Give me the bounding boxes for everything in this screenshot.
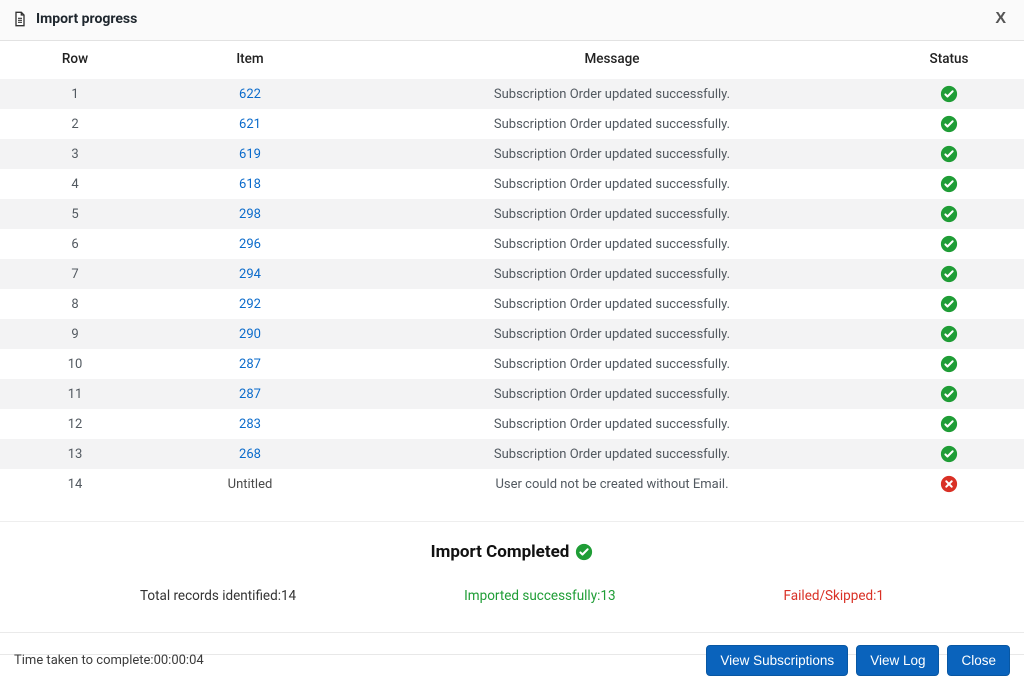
item-link[interactable]: 292 bbox=[239, 297, 261, 312]
summary-success-label: Imported successfully: bbox=[464, 588, 600, 604]
row-message: Subscription Order updated successfully. bbox=[350, 319, 874, 349]
status-error-icon bbox=[882, 475, 1016, 493]
row-message: Subscription Order updated successfully. bbox=[350, 439, 874, 469]
row-number: 5 bbox=[0, 199, 150, 229]
time-taken: Time taken to complete:00:00:04 bbox=[14, 653, 204, 668]
item-link[interactable]: 294 bbox=[239, 267, 261, 282]
row-number: 7 bbox=[0, 259, 150, 289]
close-footer-button[interactable]: Close bbox=[947, 645, 1010, 676]
time-taken-value: 00:00:04 bbox=[154, 653, 204, 668]
row-number: 2 bbox=[0, 109, 150, 139]
row-message: Subscription Order updated successfully. bbox=[350, 139, 874, 169]
row-message: User could not be created without Email. bbox=[350, 469, 874, 499]
success-check-icon bbox=[575, 543, 593, 561]
modal-header: Import progress X bbox=[0, 0, 1024, 41]
row-message: Subscription Order updated successfully. bbox=[350, 349, 874, 379]
status-success-icon bbox=[882, 265, 1016, 283]
row-message: Subscription Order updated successfully. bbox=[350, 169, 874, 199]
status-success-icon bbox=[882, 295, 1016, 313]
row-number: 1 bbox=[0, 79, 150, 109]
row-message: Subscription Order updated successfully. bbox=[350, 79, 874, 109]
time-taken-label: Time taken to complete: bbox=[14, 653, 154, 668]
row-number: 9 bbox=[0, 319, 150, 349]
table-row: 5 298 Subscription Order updated successfu… bbox=[0, 199, 1024, 229]
item-link[interactable]: 296 bbox=[239, 237, 261, 252]
status-success-icon bbox=[882, 115, 1016, 133]
table-row: 13 268 Subscription Order updated successf… bbox=[0, 439, 1024, 469]
row-number: 12 bbox=[0, 409, 150, 439]
table-row: 6 296 Subscription Order updated successfu… bbox=[0, 229, 1024, 259]
row-number: 10 bbox=[0, 349, 150, 379]
modal-title: Import progress bbox=[36, 11, 137, 27]
table-row: 3 619 Subscription Order updated successfu… bbox=[0, 139, 1024, 169]
table-row: 2 621 Subscription Order updated successfu… bbox=[0, 109, 1024, 139]
table-row: 4 618 Subscription Order updated successfu… bbox=[0, 169, 1024, 199]
row-message: Subscription Order updated successfully. bbox=[350, 289, 874, 319]
row-number: 3 bbox=[0, 139, 150, 169]
summary-failed-value: 1 bbox=[876, 588, 884, 604]
item-link[interactable]: 290 bbox=[239, 327, 261, 342]
row-number: 6 bbox=[0, 229, 150, 259]
item-link[interactable]: 283 bbox=[239, 417, 261, 432]
summary-success: Imported successfully:13 bbox=[464, 588, 615, 604]
summary-failed: Failed/Skipped:1 bbox=[784, 588, 884, 604]
table-row: 12 283 Subscription Order updated successf… bbox=[0, 409, 1024, 439]
row-number: 8 bbox=[0, 289, 150, 319]
summary-total-label: Total records identified: bbox=[140, 588, 281, 604]
row-message: Subscription Order updated successfully. bbox=[350, 229, 874, 259]
row-message: Subscription Order updated successfully. bbox=[350, 379, 874, 409]
row-message: Subscription Order updated successfully. bbox=[350, 109, 874, 139]
import-progress-modal: Import progress X Row Item Message Statu… bbox=[0, 0, 1024, 655]
row-message: Subscription Order updated successfully. bbox=[350, 259, 874, 289]
row-number: 4 bbox=[0, 169, 150, 199]
status-success-icon bbox=[882, 175, 1016, 193]
summary-title: Import Completed bbox=[431, 542, 570, 562]
table-row: 11 287 Subscription Order updated successf… bbox=[0, 379, 1024, 409]
table-row: 8 292 Subscription Order updated successfu… bbox=[0, 289, 1024, 319]
modal-footer: Time taken to complete:00:00:04 View Sub… bbox=[0, 632, 1024, 688]
view-subscriptions-button[interactable]: View Subscriptions bbox=[706, 645, 848, 676]
item-link[interactable]: 618 bbox=[239, 177, 261, 192]
col-header-message: Message bbox=[350, 41, 874, 79]
item-link[interactable]: 268 bbox=[239, 447, 261, 462]
summary-panel: Import Completed Total records identifie… bbox=[0, 521, 1024, 632]
row-number: 14 bbox=[0, 469, 150, 499]
item-link[interactable]: 298 bbox=[239, 207, 261, 222]
status-success-icon bbox=[882, 205, 1016, 223]
summary-failed-label: Failed/Skipped: bbox=[784, 588, 877, 604]
table-row: 9 290 Subscription Order updated successfu… bbox=[0, 319, 1024, 349]
row-message: Subscription Order updated successfully. bbox=[350, 199, 874, 229]
summary-success-value: 13 bbox=[600, 588, 615, 604]
status-success-icon bbox=[882, 85, 1016, 103]
col-header-item: Item bbox=[150, 41, 350, 79]
row-message: Subscription Order updated successfully. bbox=[350, 409, 874, 439]
table-row: 14 Untitled User could not be created with… bbox=[0, 469, 1024, 499]
status-success-icon bbox=[882, 325, 1016, 343]
close-button[interactable]: X bbox=[989, 8, 1012, 30]
status-success-icon bbox=[882, 445, 1016, 463]
item-link[interactable]: 287 bbox=[239, 387, 261, 402]
item-link[interactable]: 619 bbox=[239, 147, 261, 162]
table-row: 7 294 Subscription Order updated successfu… bbox=[0, 259, 1024, 289]
item-text: Untitled bbox=[228, 477, 273, 492]
status-success-icon bbox=[882, 145, 1016, 163]
status-success-icon bbox=[882, 385, 1016, 403]
row-number: 13 bbox=[0, 439, 150, 469]
item-link[interactable]: 287 bbox=[239, 357, 261, 372]
summary-total: Total records identified:14 bbox=[140, 588, 296, 604]
col-header-row: Row bbox=[0, 41, 150, 79]
results-table: Row Item Message Status 1 622 Subscription… bbox=[0, 41, 1024, 499]
summary-total-value: 14 bbox=[281, 588, 296, 604]
table-row: 10 287 Subscription Order updated successf… bbox=[0, 349, 1024, 379]
status-success-icon bbox=[882, 355, 1016, 373]
view-log-button[interactable]: View Log bbox=[856, 645, 939, 676]
document-icon bbox=[12, 11, 28, 27]
row-number: 11 bbox=[0, 379, 150, 409]
col-header-status: Status bbox=[874, 41, 1024, 79]
table-row: 1 622 Subscription Order updated successfu… bbox=[0, 79, 1024, 109]
item-link[interactable]: 621 bbox=[239, 117, 261, 132]
item-link[interactable]: 622 bbox=[239, 87, 261, 102]
status-success-icon bbox=[882, 235, 1016, 253]
status-success-icon bbox=[882, 415, 1016, 433]
